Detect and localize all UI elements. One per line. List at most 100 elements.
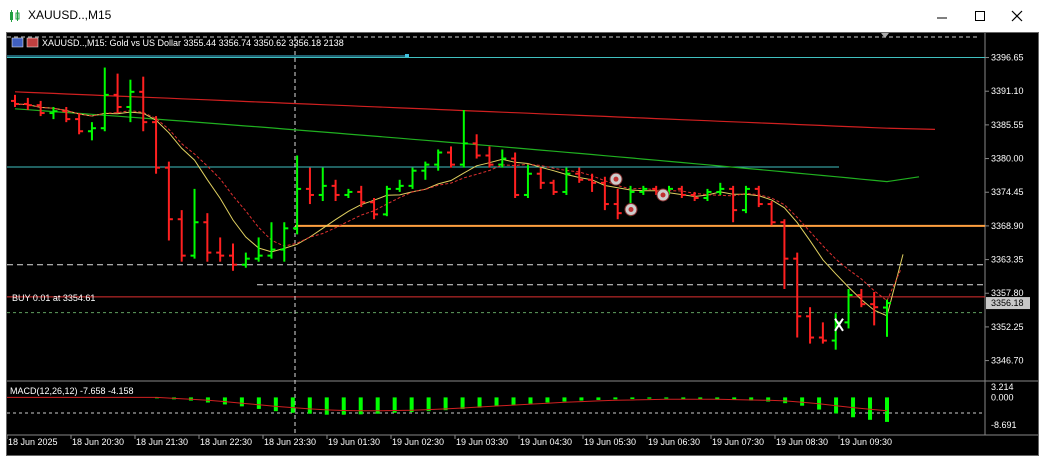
- time-axis-label: 19 Jun 08:30: [776, 437, 828, 447]
- candle[interactable]: [716, 182, 725, 195]
- macd-histogram-bar: [613, 397, 618, 400]
- candle[interactable]: [588, 173, 597, 192]
- moving-average-dashed: [14, 103, 902, 302]
- candle[interactable]: [267, 222, 276, 259]
- candle[interactable]: [254, 237, 263, 262]
- time-axis-label: 18 Jun 21:30: [136, 437, 188, 447]
- candle[interactable]: [382, 185, 391, 217]
- candle[interactable]: [459, 110, 468, 168]
- candle[interactable]: [549, 179, 558, 195]
- candle[interactable]: [741, 185, 750, 214]
- macd-histogram-bar: [783, 397, 788, 404]
- candle[interactable]: [511, 152, 520, 198]
- candle[interactable]: [613, 188, 622, 220]
- candle[interactable]: [780, 219, 789, 289]
- candle[interactable]: [318, 167, 327, 202]
- candle[interactable]: [11, 94, 19, 107]
- candle[interactable]: [767, 201, 776, 226]
- time-axis-label: 19 Jun 02:30: [392, 437, 444, 447]
- macd-histogram-bar: [307, 397, 312, 414]
- candle[interactable]: [729, 185, 738, 223]
- current-price-label: 3356.18: [991, 298, 1024, 308]
- candle[interactable]: [600, 176, 609, 211]
- time-axis-label: 19 Jun 09:30: [840, 437, 892, 447]
- candle[interactable]: [562, 167, 571, 195]
- maximize-button[interactable]: [966, 6, 994, 26]
- time-axis-label: 19 Jun 03:30: [456, 437, 508, 447]
- macd-histogram-bar: [596, 397, 601, 400]
- candle[interactable]: [536, 167, 545, 189]
- moving-average-yellow: [14, 103, 904, 317]
- minimize-button[interactable]: [928, 6, 956, 26]
- price-chart[interactable]: XAUUSD..,M15: Gold vs US Dollar 3355.44 …: [6, 33, 1038, 455]
- candle[interactable]: [331, 179, 340, 202]
- candle[interactable]: [447, 146, 455, 168]
- candle[interactable]: [23, 97, 32, 111]
- candle[interactable]: [523, 164, 532, 198]
- candle[interactable]: [344, 188, 353, 198]
- macd-histogram-bar: [630, 397, 635, 399]
- macd-histogram-bar: [664, 397, 669, 399]
- trade-marker-icon-dot: [660, 192, 666, 198]
- candlestick-app-icon: [10, 10, 20, 22]
- macd-histogram-bar: [460, 397, 465, 409]
- macd-histogram-bar: [545, 397, 550, 403]
- candle[interactable]: [164, 161, 173, 241]
- chart-symbol-icon[interactable]: [26, 37, 39, 48]
- macd-histogram-bar: [681, 397, 686, 399]
- candle[interactable]: [203, 213, 212, 262]
- candle[interactable]: [87, 122, 96, 141]
- price-axis-label: 3368.90: [991, 221, 1024, 231]
- minimize-icon: [937, 17, 947, 19]
- candle[interactable]: [36, 100, 45, 117]
- candle[interactable]: [216, 237, 225, 262]
- price-axis-label: 3346.70: [991, 356, 1024, 366]
- close-button[interactable]: [1003, 6, 1031, 26]
- candle[interactable]: [152, 116, 161, 174]
- candle[interactable]: [818, 322, 827, 344]
- candle[interactable]: [305, 167, 314, 205]
- candle[interactable]: [857, 288, 866, 308]
- candle[interactable]: [844, 288, 853, 329]
- candle[interactable]: [62, 106, 71, 123]
- time-axis-label: 19 Jun 04:30: [520, 437, 572, 447]
- trade-marker-icon[interactable]: [624, 203, 638, 217]
- candle[interactable]: [241, 252, 250, 268]
- time-axis-label: 18 Jun 22:30: [200, 437, 252, 447]
- candle[interactable]: [793, 252, 802, 338]
- time-axis-label: 19 Jun 06:30: [648, 437, 700, 447]
- close-icon: [1011, 10, 1023, 22]
- candle[interactable]: [229, 243, 237, 271]
- candle[interactable]: [472, 134, 481, 159]
- time-axis-label: 18 Jun 23:30: [264, 437, 316, 447]
- candle[interactable]: [177, 210, 186, 262]
- candle[interactable]: [280, 222, 289, 262]
- candle[interactable]: [498, 149, 507, 168]
- candle[interactable]: [190, 188, 199, 259]
- chart-area[interactable]: XAUUSD..,M15: Gold vs US Dollar 3355.44 …: [6, 32, 1039, 456]
- macd-histogram-bar: [766, 397, 771, 402]
- macd-histogram-bar: [885, 397, 889, 422]
- price-axis-label: 3357.80: [991, 288, 1024, 298]
- chart-header: XAUUSD..,M15: Gold vs US Dollar 3355.44 …: [11, 37, 344, 48]
- candle[interactable]: [100, 67, 109, 132]
- macd-label: MACD(12,26,12) -7.658 -4.158: [10, 386, 134, 396]
- candle[interactable]: [408, 167, 417, 189]
- candle[interactable]: [113, 73, 122, 114]
- trade-marker-icon[interactable]: [656, 188, 670, 202]
- candle[interactable]: [75, 113, 84, 135]
- time-axis-label: 19 Jun 05:30: [584, 437, 636, 447]
- candle[interactable]: [485, 146, 494, 168]
- macd-histogram-bar: [324, 397, 329, 415]
- candle[interactable]: [421, 161, 430, 180]
- chart-list-icon[interactable]: [11, 37, 24, 48]
- candle[interactable]: [139, 76, 148, 132]
- candle[interactable]: [395, 179, 404, 192]
- candle[interactable]: [126, 79, 135, 123]
- macd-axis-label: -8.691: [991, 420, 1017, 430]
- candle[interactable]: [575, 167, 584, 183]
- time-axis-label: 19 Jun 07:30: [712, 437, 764, 447]
- macd-histogram-bar: [341, 397, 346, 415]
- price-axis-label: 3391.10: [991, 86, 1024, 96]
- trade-marker-icon[interactable]: [609, 172, 623, 186]
